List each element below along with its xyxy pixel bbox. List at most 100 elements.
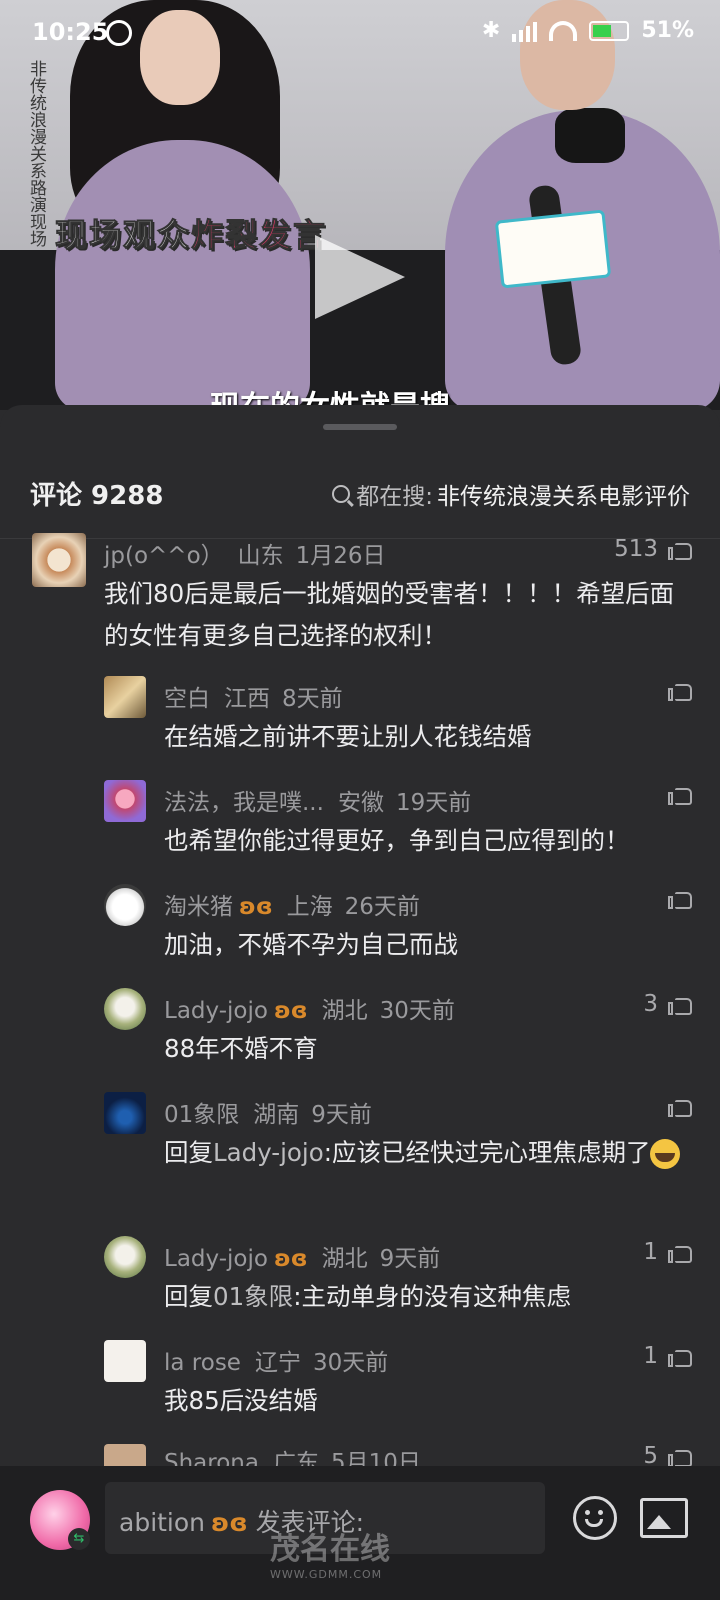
like-button[interactable]: [668, 783, 692, 805]
like-button[interactable]: 5: [643, 1444, 692, 1466]
comment-username[interactable]: Lady-jojo: [164, 998, 268, 1024]
comment-date: 9天前: [311, 1102, 372, 1128]
person-right-collar: [555, 108, 625, 163]
like-button[interactable]: 1: [643, 1343, 692, 1369]
image-icon[interactable]: [640, 1498, 688, 1538]
comment-region: 上海: [286, 894, 333, 920]
switch-account-icon[interactable]: ⇆: [68, 1528, 90, 1550]
trending-search-term[interactable]: 非传统浪漫关系电影评价: [437, 477, 690, 511]
reply-item: 法法，我是噗... 安徽 19天前 也希望你能过得更好，争到自己应得到的！: [0, 780, 720, 870]
reply-item: 空白 江西 8天前 在结婚之前讲不要让别人花钱结婚: [0, 676, 720, 766]
like-button[interactable]: [668, 679, 692, 701]
drag-handle[interactable]: [323, 424, 397, 430]
comment-username[interactable]: 淘米猪: [164, 894, 233, 920]
signal-icon: [512, 20, 538, 42]
comment-username[interactable]: Lady-jojo: [164, 1246, 268, 1272]
reply-item: la rose 辽宁 30天前 1 我85后没结婚: [0, 1340, 720, 1430]
comment-region: 江西: [224, 686, 270, 712]
avatar[interactable]: [104, 1236, 146, 1278]
comment-item: jp(o^^o） 山东 1月26日 513 我们80后是最后一批婚姻的受害者！！！！…: [0, 533, 720, 663]
trending-search-prefix: 都在搜:: [356, 484, 433, 510]
comments-header: 评论 9288 都在搜: 非传统浪漫关系电影评价: [0, 465, 720, 525]
comment-meta: 01象限 湖南 9天前: [164, 1095, 372, 1129]
comment-username[interactable]: 空白: [164, 686, 210, 712]
avatar[interactable]: [104, 988, 146, 1030]
video-caption: 现场观众炸裂发言: [54, 210, 328, 256]
status-bar: 10:25 ✱ 51%: [0, 0, 720, 64]
avatar[interactable]: [104, 1092, 146, 1134]
like-count: 513: [614, 536, 658, 562]
watermark: 茂名在线 WWW.GDMM.COM: [270, 1524, 390, 1581]
reply-prefix: 回复: [164, 1282, 213, 1311]
thumbs-up-icon: [668, 1095, 692, 1117]
comment-username[interactable]: 01象限: [164, 1102, 239, 1128]
reply-item: Lady-jojo ʚɞ 湖北 9天前 1 回复01象限:主动单身的没有这种焦虑: [0, 1236, 720, 1326]
avatar[interactable]: [104, 1444, 146, 1466]
comment-date: 30天前: [379, 998, 455, 1024]
comment-username[interactable]: jp(o^^o）: [104, 543, 224, 569]
watermark-brand: 茂名在线: [270, 1532, 390, 1567]
comment-text: 回复01象限:主动单身的没有这种焦虑: [164, 1276, 684, 1318]
comment-text: 我85后没结婚: [164, 1386, 318, 1415]
like-button[interactable]: 1: [643, 1239, 692, 1265]
comment-text: 回复Lady-jojo:应该已经快过完心理焦虑期了: [164, 1132, 694, 1174]
video-side-text: 非传统浪漫关系路演现场: [26, 60, 46, 247]
reply-mention[interactable]: Lady-jojo: [213, 1138, 324, 1167]
thumbs-up-icon: [668, 679, 692, 701]
like-count: 1: [643, 1239, 658, 1265]
comment-meta: Lady-jojo ʚɞ 湖北 30天前: [164, 991, 455, 1025]
thumbs-up-icon: [668, 1445, 692, 1466]
avatar[interactable]: [104, 780, 146, 822]
comment-meta: 淘米猪 ʚɞ 上海 26天前: [164, 887, 420, 921]
comment-date: 19天前: [395, 790, 472, 816]
avatar[interactable]: [104, 1340, 146, 1382]
comment-text: 我们80后是最后一批婚姻的受害者！！！！希望后面的女性有更多自己选择的权利！: [104, 579, 675, 650]
like-button[interactable]: 3: [643, 991, 692, 1017]
comment-date: 9天前: [379, 1246, 441, 1272]
vip-badge-icon: ʚɞ: [273, 1246, 308, 1272]
comment-region: 湖北: [321, 1246, 368, 1272]
like-button[interactable]: [668, 887, 692, 909]
comment-text: 在结婚之前讲不要让别人花钱结婚: [164, 722, 532, 751]
reply-prefix: 回复: [164, 1138, 213, 1167]
reply-text: :应该已经快过完心理焦虑期了: [323, 1138, 651, 1167]
comment-text: 加油，不婚不孕为自己而战: [164, 930, 458, 959]
reply-item: Sharona 广东 5月10日 5: [0, 1444, 720, 1466]
trending-search[interactable]: 都在搜: 非传统浪漫关系电影评价: [332, 477, 690, 511]
thumbs-up-icon: [668, 887, 692, 909]
comment-meta: 法法，我是噗... 安徽 19天前: [164, 783, 471, 817]
avatar[interactable]: [32, 533, 86, 587]
reply-item: Lady-jojo ʚɞ 湖北 30天前 3 88年不婚不育: [0, 988, 720, 1078]
status-time: 10:25: [32, 18, 109, 46]
video-caption-main: 现场观众: [54, 216, 192, 255]
reply-mention[interactable]: 01象限: [213, 1282, 293, 1311]
battery-level: 51%: [641, 18, 694, 43]
battery-icon: [589, 20, 630, 41]
watermark-url: WWW.GDMM.COM: [270, 1568, 383, 1581]
like-button[interactable]: [668, 1095, 692, 1117]
comment-date: 5月10日: [330, 1450, 421, 1466]
comment-username[interactable]: Sharona: [164, 1450, 259, 1466]
thumbs-up-icon: [668, 783, 692, 805]
comment-meta: la rose 辽宁 30天前: [164, 1343, 388, 1377]
laughing-crying-emoji-icon: [650, 1139, 681, 1169]
comment-username[interactable]: la rose: [164, 1350, 241, 1376]
comment-username[interactable]: 法法，我是噗...: [164, 790, 324, 816]
reply-text: :主动单身的没有这种焦虑: [293, 1282, 571, 1311]
thumbs-up-icon: [668, 1241, 692, 1263]
vip-badge-icon: ʚɞ: [273, 998, 308, 1024]
emoji-icon[interactable]: [573, 1496, 617, 1540]
avatar[interactable]: [104, 884, 146, 926]
reply-item: 淘米猪 ʚɞ 上海 26天前 加油，不婚不孕为自己而战: [0, 884, 720, 974]
avatar[interactable]: [104, 676, 146, 718]
comment-text: 也希望你能过得更好，争到自己应得到的！: [164, 826, 630, 855]
play-icon[interactable]: [315, 235, 405, 319]
vip-badge-icon: ʚɞ: [211, 1508, 248, 1537]
comment-region: 辽宁: [254, 1350, 301, 1376]
video-caption-highlight: 炸裂发言: [191, 216, 328, 255]
comment-date: 26天前: [344, 894, 420, 920]
comment-region: 广东: [272, 1450, 319, 1466]
thumbs-up-icon: [668, 1345, 692, 1367]
like-button[interactable]: 513: [614, 536, 692, 562]
comment-meta: jp(o^^o） 山东 1月26日: [104, 536, 386, 570]
